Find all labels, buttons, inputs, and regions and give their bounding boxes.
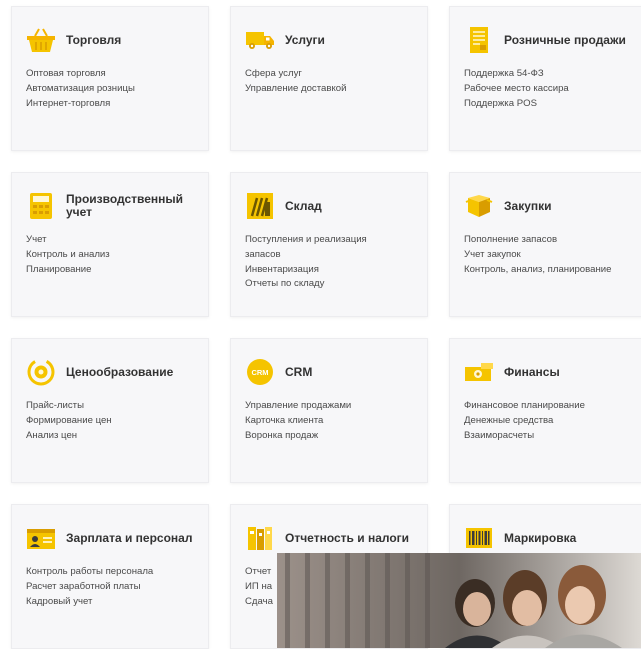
warehouse-icon: [245, 191, 275, 221]
list-item[interactable]: Управление продажами: [245, 399, 413, 414]
card-title: Розничные продажи: [504, 32, 626, 47]
crm-badge-icon: CRM: [245, 357, 275, 387]
list-item[interactable]: Планирование: [26, 263, 194, 278]
list-item[interactable]: Автоматизация розницы: [26, 82, 194, 97]
card-list: Сфера услуг Управление доставкой: [245, 67, 413, 97]
card-title: Ценообразование: [66, 364, 174, 379]
list-item[interactable]: Интернет-торговля: [26, 97, 194, 112]
list-item[interactable]: Финансовое планирование: [464, 399, 632, 414]
card-title: CRM: [285, 364, 313, 379]
list-item[interactable]: Отчеты по складу: [245, 277, 413, 292]
list-item[interactable]: Контроль и анализ: [26, 248, 194, 263]
card-list: Прайс-листы Формирование цен Анализ цен: [26, 399, 194, 443]
card-title: Отчетность и налоги: [285, 530, 410, 545]
list-item[interactable]: Воронка продаж: [245, 429, 413, 444]
list-item[interactable]: Взаиморасчеты: [464, 429, 632, 444]
card-trade[interactable]: Торговля Оптовая торговля Автоматизация …: [11, 6, 209, 151]
card-list: Поддержка 54-ФЗ Рабочее место кассира По…: [464, 67, 632, 111]
list-item[interactable]: Прайс-листы: [26, 399, 194, 414]
list-item[interactable]: Инвентаризация: [245, 263, 413, 278]
card-title: Финансы: [504, 364, 560, 379]
list-item[interactable]: Управление доставкой: [245, 82, 413, 97]
list-item[interactable]: Денежные средства: [464, 414, 632, 429]
price-coin-icon: [26, 357, 56, 387]
card-crm[interactable]: CRM CRM Управление продажами Карточка кл…: [230, 338, 428, 483]
card-finance[interactable]: Финансы Финансовое планирование Денежные…: [449, 338, 641, 483]
calculator-icon: [26, 191, 56, 221]
card-title: Производственный учет: [66, 192, 184, 219]
card-title: Зарплата и персонал: [66, 530, 193, 545]
list-item[interactable]: Контроль, анализ, планирование: [464, 263, 632, 278]
list-item[interactable]: Формирование цен: [26, 414, 194, 429]
folders-icon: [245, 523, 275, 553]
list-item[interactable]: Поддержка POS: [464, 97, 632, 112]
list-item[interactable]: Контроль работы персонала: [26, 565, 194, 580]
list-item[interactable]: Оптовая торговля: [26, 67, 194, 82]
list-item[interactable]: Анализ цен: [26, 429, 194, 444]
card-list: Управление продажами Карточка клиента Во…: [245, 399, 413, 443]
list-item[interactable]: Поступления и реализация запасов: [245, 233, 395, 263]
card-salary[interactable]: Зарплата и персонал Контроль работы перс…: [11, 504, 209, 649]
basket-icon: [26, 25, 56, 55]
card-list: Контроль работы персонала Расчет заработ…: [26, 565, 194, 609]
card-services[interactable]: Услуги Сфера услуг Управление доставкой: [230, 6, 428, 151]
card-title: Закупки: [504, 198, 552, 213]
receipt-document-icon: [464, 25, 494, 55]
list-item[interactable]: Карточка клиента: [245, 414, 413, 429]
card-production[interactable]: Производственный учет Учет Контроль и ан…: [11, 172, 209, 317]
card-warehouse[interactable]: Склад Поступления и реализация запасов И…: [230, 172, 428, 317]
crm-badge-text: CRM: [251, 368, 268, 377]
card-list: Учет Контроль и анализ Планирование: [26, 233, 194, 277]
list-item[interactable]: Пополнение запасов: [464, 233, 632, 248]
delivery-truck-icon: [245, 25, 275, 55]
card-title: Склад: [285, 198, 322, 213]
card-pricing[interactable]: Ценообразование Прайс-листы Формирование…: [11, 338, 209, 483]
card-list: Оптовая торговля Автоматизация розницы И…: [26, 67, 194, 111]
id-card-icon: [26, 523, 56, 553]
list-item[interactable]: Учет закупок: [464, 248, 632, 263]
banknote-icon: [464, 357, 494, 387]
card-list: Пополнение запасов Учет закупок Контроль…: [464, 233, 632, 277]
people-photo-image: [277, 553, 641, 648]
box-icon: [464, 191, 494, 221]
card-retail[interactable]: Розничные продажи Поддержка 54-ФЗ Рабоче…: [449, 6, 641, 151]
list-item[interactable]: Поддержка 54-ФЗ: [464, 67, 632, 82]
list-item[interactable]: Рабочее место кассира: [464, 82, 632, 97]
barcode-icon: [464, 523, 494, 553]
card-list: Финансовое планирование Денежные средств…: [464, 399, 632, 443]
list-item[interactable]: Учет: [26, 233, 194, 248]
card-list: Поступления и реализация запасов Инвента…: [245, 233, 413, 292]
list-item[interactable]: Кадровый учет: [26, 595, 194, 610]
promo-photo[interactable]: [277, 553, 641, 648]
list-item[interactable]: Сфера услуг: [245, 67, 413, 82]
card-title: Торговля: [66, 32, 122, 47]
list-item[interactable]: Расчет заработной платы: [26, 580, 194, 595]
card-title: Услуги: [285, 32, 325, 47]
card-title: Маркировка: [504, 530, 577, 545]
card-purchases[interactable]: Закупки Пополнение запасов Учет закупок …: [449, 172, 641, 317]
